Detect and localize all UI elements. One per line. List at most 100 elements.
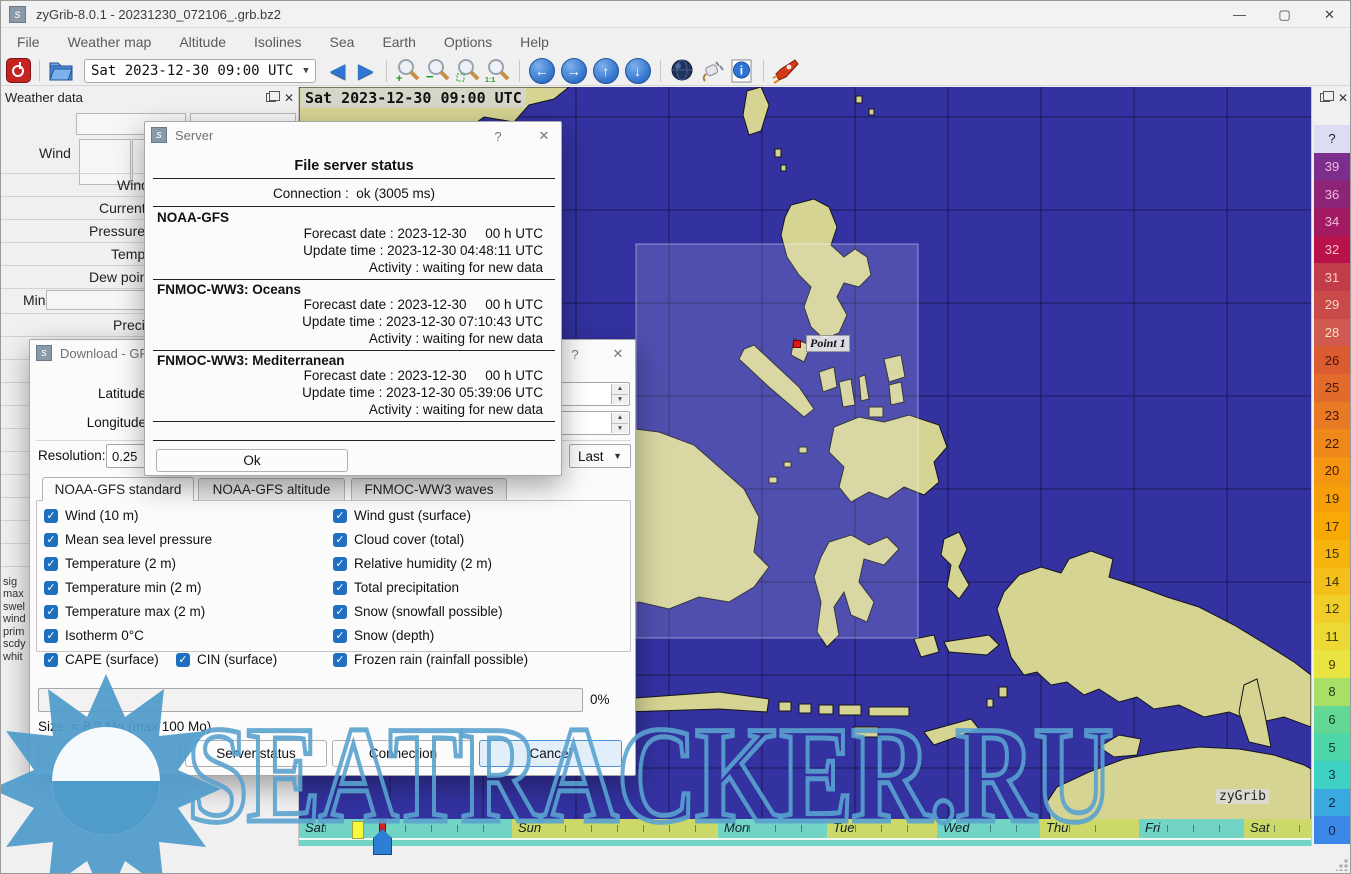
next-timestep-button[interactable]: ▶	[354, 57, 378, 84]
timeline-day[interactable]: Wed	[937, 819, 1040, 838]
size-estimate: Size: ≈ 8.3 Mo (max 100 Mo)	[38, 719, 211, 734]
tab-noaa-gfs-altitude[interactable]: NOAA-GFS altitude	[198, 478, 345, 500]
timeline-day-label: Sat	[1250, 820, 1270, 835]
menu-options[interactable]: Options	[434, 30, 502, 54]
menu-bar: File Weather map Altitude Isolines Sea E…	[1, 28, 1351, 56]
grib-info-icon[interactable]: i	[729, 57, 755, 84]
dock-close-icon[interactable]: ✕	[284, 91, 294, 105]
checkbox-cloud-cover[interactable]: ✓Cloud cover (total)	[333, 532, 464, 547]
dew-point-row-label: Dew point	[89, 269, 151, 285]
resize-grip[interactable]	[1336, 859, 1348, 871]
checkbox-label: Temperature (2 m)	[65, 556, 176, 571]
timeline-day-label: Fri	[1145, 820, 1160, 835]
timeline-day[interactable]: Tue	[827, 819, 937, 838]
checkbox-wind-gust[interactable]: ✓Wind gust (surface)	[333, 508, 471, 523]
previous-timestep-button[interactable]: ◀	[326, 57, 350, 84]
ok-button[interactable]: Ok	[156, 449, 348, 472]
activity-status: Activity : waiting for new data	[369, 402, 543, 417]
download-button[interactable]: Download	[38, 740, 180, 767]
checkbox-frozen-rain[interactable]: ✓Frozen rain (rainfall possible)	[333, 652, 528, 667]
scale-cell: 12	[1314, 595, 1350, 623]
scale-cell: 32	[1314, 236, 1350, 264]
maximize-button[interactable]: ▢	[1262, 1, 1307, 28]
pan-down-icon[interactable]: ↓	[625, 58, 651, 84]
close-icon[interactable]: ✕	[533, 127, 555, 145]
checkbox-total-precipitation[interactable]: ✓Total precipitation	[333, 580, 459, 595]
download-area-rectangle[interactable]	[636, 244, 918, 638]
globe-icon[interactable]	[669, 57, 695, 84]
zoom-in-icon[interactable]: +	[395, 57, 421, 84]
map-datetime-overlay: Sat 2023-12-30 09:00 UTC	[301, 88, 526, 108]
menu-earth[interactable]: Earth	[372, 30, 425, 54]
plug-connection-icon[interactable]	[699, 57, 725, 84]
timeline-day[interactable]: Thu	[1040, 819, 1139, 838]
checkbox-temperature-2m[interactable]: ✓Temperature (2 m)	[44, 556, 176, 571]
timeline-day-label: Sun	[518, 820, 541, 835]
zoom-fit-icon[interactable]	[455, 57, 481, 84]
timeline-day[interactable]: Sat	[1244, 819, 1311, 838]
help-button[interactable]: ?	[564, 345, 586, 363]
open-file-icon[interactable]	[48, 57, 74, 84]
checkbox-isotherm-0c[interactable]: ✓Isotherm 0°C	[44, 628, 144, 643]
pan-left-icon[interactable]: ←	[529, 58, 555, 84]
point1-marker-icon[interactable]	[793, 340, 801, 348]
mini-label-sig: sig	[3, 576, 17, 588]
timeline-day-label: Sat	[305, 820, 325, 835]
checkbox-snow-depth[interactable]: ✓Snow (depth)	[333, 628, 434, 643]
close-icon[interactable]: ✕	[607, 345, 629, 363]
pressure-row-label: Pressure	[89, 223, 145, 239]
dock-float-icon[interactable]	[266, 93, 276, 102]
zoom-out-icon[interactable]: −	[425, 57, 451, 84]
menu-weather-map[interactable]: Weather map	[58, 30, 162, 54]
dock-float-icon[interactable]	[1320, 93, 1330, 102]
close-button[interactable]: ✕	[1307, 1, 1351, 28]
pan-right-icon[interactable]: →	[561, 58, 587, 84]
scale-cell: 29	[1314, 291, 1350, 319]
checkbox-cape-surface[interactable]: ✓CAPE (surface)	[44, 652, 159, 667]
angle-converter-rocket-icon[interactable]	[772, 57, 799, 84]
quit-icon[interactable]	[6, 58, 31, 83]
checkbox-temperature-max-2m[interactable]: ✓Temperature max (2 m)	[44, 604, 205, 619]
timeline[interactable]: Sat Sun Mon Tue Wed Thu Fri Sat	[299, 819, 1311, 846]
timeline-day[interactable]: Fri	[1139, 819, 1244, 838]
checkbox-checked-icon: ✓	[44, 653, 58, 667]
server-status-button[interactable]: Server status	[185, 740, 327, 767]
tab-noaa-gfs-standard[interactable]: NOAA-GFS standard	[42, 477, 194, 501]
date-selector[interactable]: Sat 2023-12-30 09:00 UTC ▼	[84, 59, 316, 83]
days-combo[interactable]: Last▼	[569, 444, 631, 468]
checkbox-temperature-min-2m[interactable]: ✓Temperature min (2 m)	[44, 580, 202, 595]
activity-status: Activity : waiting for new data	[369, 260, 543, 275]
menu-file[interactable]: File	[7, 30, 50, 54]
timeline-track[interactable]	[299, 838, 1311, 846]
checkbox-label: Relative humidity (2 m)	[354, 556, 492, 571]
timeline-day[interactable]: Mon	[718, 819, 827, 838]
zoom-actual-size-icon[interactable]: 1:1	[485, 57, 511, 84]
pan-up-icon[interactable]: ↑	[593, 58, 619, 84]
connection-button[interactable]: Connection	[332, 740, 474, 767]
menu-sea[interactable]: Sea	[320, 30, 365, 54]
checkbox-label: Snow (depth)	[354, 628, 434, 643]
map-brand-label: zyGrib	[1216, 789, 1269, 804]
menu-isolines[interactable]: Isolines	[244, 30, 311, 54]
mini-label-prim: prim	[3, 626, 24, 638]
timeline-day[interactable]: Sun	[512, 819, 718, 838]
minimize-button[interactable]: —	[1217, 1, 1262, 28]
checkbox-cin-surface[interactable]: ✓CIN (surface)	[176, 652, 277, 667]
checkbox-mean-sea-level-pressure[interactable]: ✓Mean sea level pressure	[44, 532, 212, 547]
scale-cell: 11	[1314, 623, 1350, 651]
checkbox-checked-icon: ✓	[44, 533, 58, 547]
mini-label-wind: wind	[3, 613, 26, 625]
cancel-button[interactable]: Cancel	[479, 740, 622, 767]
help-button[interactable]: ?	[487, 127, 509, 145]
checkbox-snow-snowfall[interactable]: ✓Snow (snowfall possible)	[333, 604, 503, 619]
tab-fnmoc-ww3-waves[interactable]: FNMOC-WW3 waves	[351, 478, 507, 500]
longitude-label: Longitude	[87, 415, 146, 430]
checkbox-relative-humidity[interactable]: ✓Relative humidity (2 m)	[333, 556, 492, 571]
menu-altitude[interactable]: Altitude	[169, 30, 236, 54]
checkbox-checked-icon: ✓	[176, 653, 190, 667]
dock-close-icon[interactable]: ✕	[1338, 91, 1348, 105]
menu-help[interactable]: Help	[510, 30, 559, 54]
chevron-down-icon: ▼	[613, 451, 622, 461]
scale-cell: 5	[1314, 733, 1350, 761]
checkbox-wind-10m[interactable]: ✓Wind (10 m)	[44, 508, 139, 523]
